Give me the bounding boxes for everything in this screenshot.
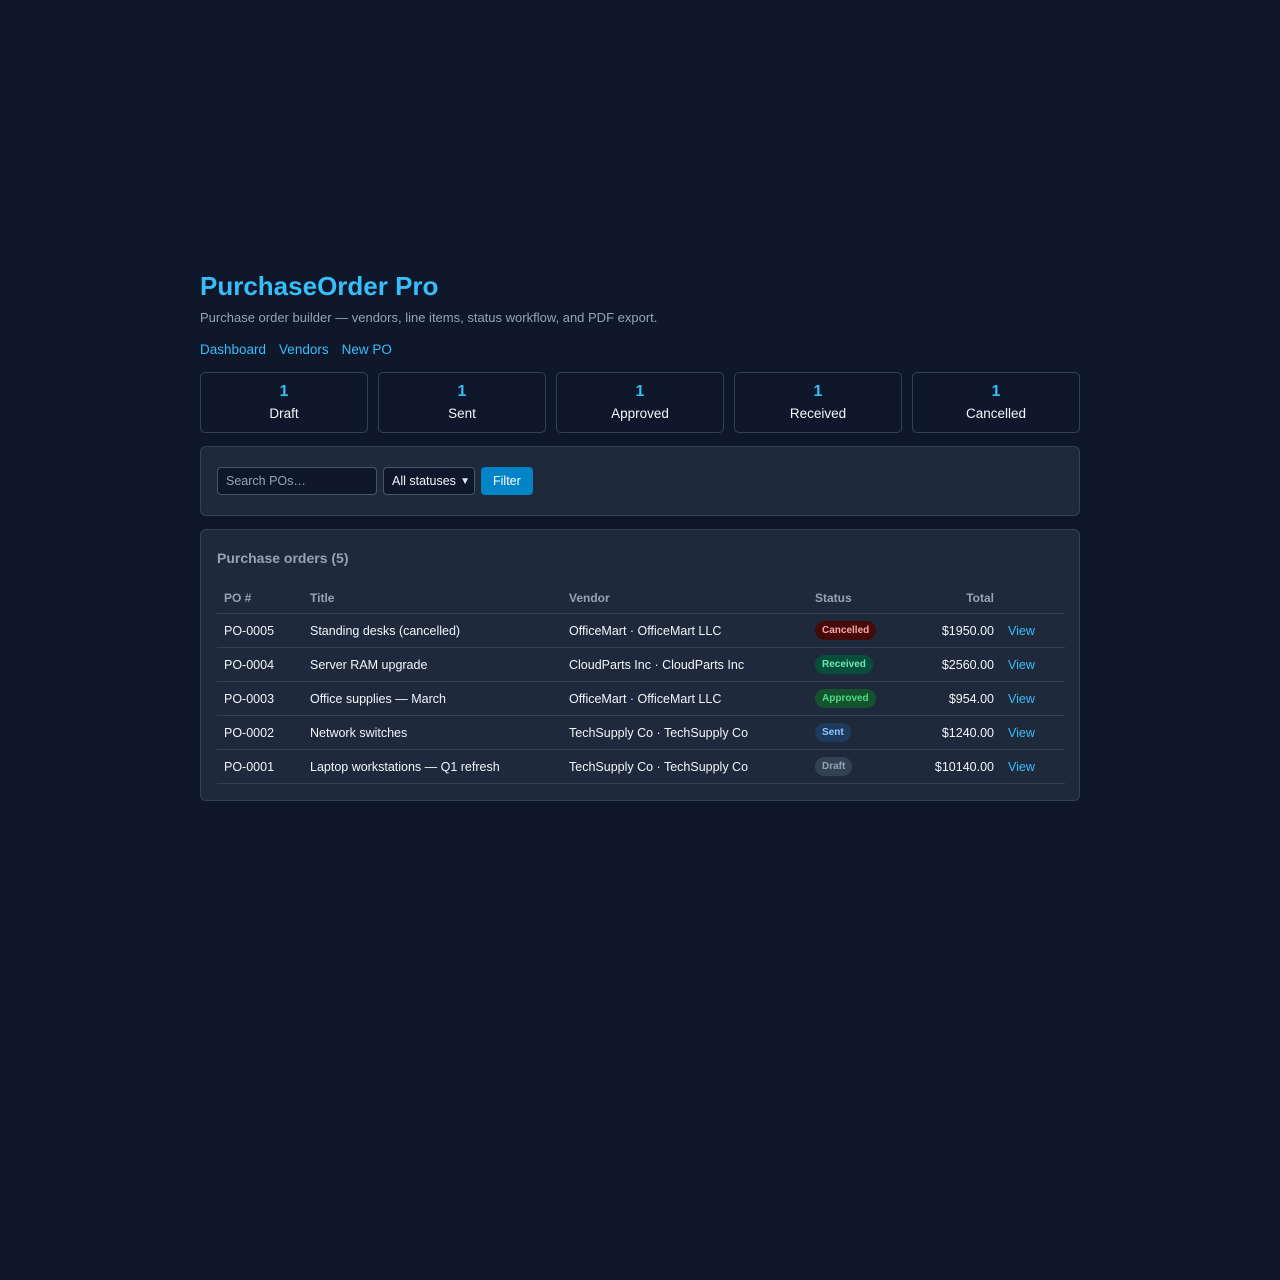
table-row: PO-0002 Network switches TechSupply Co ·… — [217, 715, 1065, 750]
column-header-status: Status — [808, 583, 903, 614]
chevron-down-icon: ▼ — [460, 475, 470, 487]
orders-table: PO # Title Vendor Status Total PO-0005 S… — [217, 583, 1065, 784]
table-row: PO-0003 Office supplies — March OfficeMa… — [217, 681, 1065, 716]
app-subtitle: Purchase order builder — vendors, line i… — [200, 310, 658, 325]
po-status-cell: Sent — [808, 715, 903, 750]
po-number: PO-0001 — [217, 749, 303, 784]
po-vendor: OfficeMart · OfficeMart LLC — [562, 681, 808, 716]
stat-card-draft[interactable]: 1 Draft — [200, 372, 368, 433]
po-action-cell: View — [1001, 613, 1065, 648]
view-link[interactable]: View — [1008, 624, 1035, 638]
po-number: PO-0005 — [217, 613, 303, 648]
stat-card-cancelled[interactable]: 1 Cancelled — [912, 372, 1080, 433]
stat-count: 1 — [991, 382, 1001, 400]
po-vendor: CloudParts Inc · CloudParts Inc — [562, 647, 808, 682]
stat-label: Received — [789, 405, 847, 421]
po-action-cell: View — [1001, 681, 1065, 716]
stat-label: Draft — [269, 405, 299, 421]
po-status-cell: Draft — [808, 749, 903, 784]
stat-card-approved[interactable]: 1 Approved — [556, 372, 724, 433]
view-link[interactable]: View — [1008, 692, 1035, 706]
view-link[interactable]: View — [1008, 726, 1035, 740]
status-select-value: All statuses — [392, 474, 456, 488]
stat-label: Cancelled — [965, 405, 1027, 421]
view-link[interactable]: View — [1008, 658, 1035, 672]
column-header-vendor: Vendor — [562, 583, 808, 614]
app-title: PurchaseOrder Pro — [200, 271, 439, 301]
app-container: PurchaseOrder Pro Purchase order builder… — [200, 268, 1080, 801]
nav-new-po-link[interactable]: New PO — [342, 341, 392, 359]
stat-label: Approved — [611, 405, 669, 421]
po-status-cell: Approved — [808, 681, 903, 716]
view-link[interactable]: View — [1008, 760, 1035, 774]
po-vendor: TechSupply Co · TechSupply Co — [562, 715, 808, 750]
po-number: PO-0003 — [217, 681, 303, 716]
search-input[interactable] — [217, 467, 377, 495]
po-title: Server RAM upgrade — [303, 647, 562, 682]
stat-label: Sent — [448, 405, 476, 421]
status-badge: Cancelled — [815, 621, 877, 640]
po-title: Laptop workstations — Q1 refresh — [303, 749, 562, 784]
status-badge: Sent — [815, 723, 851, 742]
filter-panel: All statuses ▼ Filter — [200, 446, 1080, 516]
nav-vendors-link[interactable]: Vendors — [279, 341, 329, 359]
status-badge: Draft — [815, 757, 853, 776]
filter-button[interactable]: Filter — [481, 467, 533, 495]
po-total: $10140.00 — [903, 749, 1001, 784]
po-total: $2560.00 — [903, 647, 1001, 682]
stat-count: 1 — [457, 382, 467, 400]
po-vendor: TechSupply Co · TechSupply Co — [562, 749, 808, 784]
main-nav: Dashboard Vendors New PO — [200, 341, 1080, 359]
po-number: PO-0002 — [217, 715, 303, 750]
po-title: Standing desks (cancelled) — [303, 613, 562, 648]
nav-dashboard-link[interactable]: Dashboard — [200, 341, 266, 359]
column-header-title: Title — [303, 583, 562, 614]
column-header-action — [1001, 583, 1065, 614]
table-row: PO-0001 Laptop workstations — Q1 refresh… — [217, 749, 1065, 784]
po-number: PO-0004 — [217, 647, 303, 682]
column-header-po: PO # — [217, 583, 303, 614]
po-action-cell: View — [1001, 647, 1065, 682]
po-action-cell: View — [1001, 715, 1065, 750]
table-row: PO-0004 Server RAM upgrade CloudParts In… — [217, 647, 1065, 682]
po-title: Network switches — [303, 715, 562, 750]
column-header-total: Total — [903, 583, 1001, 614]
status-badge: Received — [815, 655, 873, 674]
po-status-cell: Cancelled — [808, 613, 903, 648]
orders-heading: Purchase orders (5) — [217, 550, 349, 566]
orders-panel: Purchase orders (5) PO # Title Vendor St… — [200, 529, 1080, 801]
po-total: $1950.00 — [903, 613, 1001, 648]
po-action-cell: View — [1001, 749, 1065, 784]
po-vendor: OfficeMart · OfficeMart LLC — [562, 613, 808, 648]
stat-count: 1 — [635, 382, 645, 400]
status-badge: Approved — [815, 689, 876, 708]
po-total: $954.00 — [903, 681, 1001, 716]
table-header-row: PO # Title Vendor Status Total — [217, 583, 1065, 614]
po-status-cell: Received — [808, 647, 903, 682]
status-select[interactable]: All statuses ▼ — [383, 467, 475, 495]
stat-count: 1 — [813, 382, 823, 400]
stat-card-received[interactable]: 1 Received — [734, 372, 902, 433]
stat-card-sent[interactable]: 1 Sent — [378, 372, 546, 433]
po-title: Office supplies — March — [303, 681, 562, 716]
table-row: PO-0005 Standing desks (cancelled) Offic… — [217, 613, 1065, 648]
status-summary: 1 Draft 1 Sent 1 Approved 1 Received 1 C… — [200, 372, 1080, 433]
po-total: $1240.00 — [903, 715, 1001, 750]
stat-count: 1 — [279, 382, 289, 400]
